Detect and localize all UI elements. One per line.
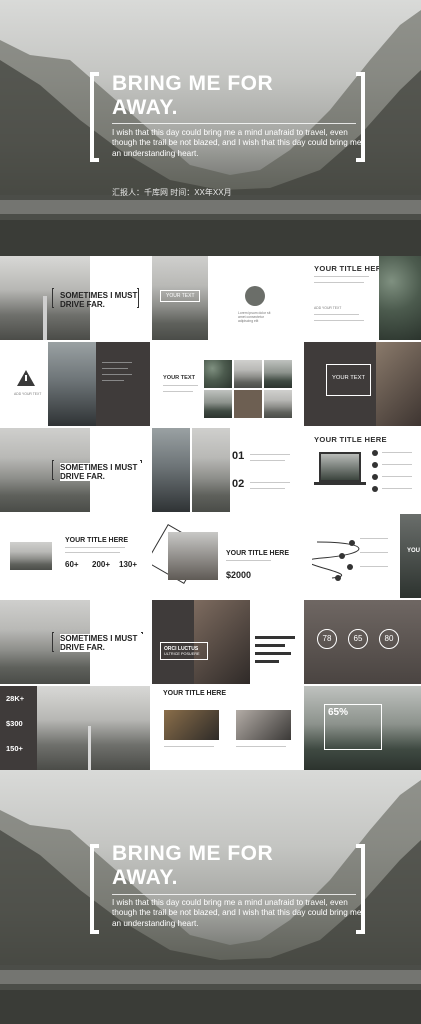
stat-value: 60+ <box>65 560 79 569</box>
campfire-photo <box>164 710 219 740</box>
hero-slide-bottom: BRING ME FOR AWAY. I wish that this day … <box>0 770 421 1024</box>
progress-bar <box>255 660 279 663</box>
coast-photo <box>48 342 96 426</box>
stat-value: 150+ <box>6 744 23 753</box>
dot-icon <box>372 474 378 480</box>
slide-r5-c1[interactable]: SOMETIMES I MUST DRIVE FAR. <box>0 600 150 684</box>
mountain-photo <box>192 428 230 512</box>
slide-r1-c3[interactable]: YOUR TITLE HERE ADD YOUR TEXT <box>304 256 421 340</box>
slide-r3-c3[interactable]: YOUR TITLE HERE <box>304 428 421 512</box>
percent-value: 65% <box>328 707 349 718</box>
left-bracket <box>90 844 99 934</box>
van-photo <box>236 710 291 740</box>
slide-r6-c1[interactable]: 28K+ $300 150+ <box>0 686 150 770</box>
coast-photo <box>152 428 190 512</box>
slide-r3-c2[interactable]: 01 02 <box>152 428 302 512</box>
add-text-label: ADD YOUR TEXT <box>14 392 42 396</box>
slide-r2-c1[interactable]: ADD YOUR TEXT <box>0 342 150 426</box>
hero-body-text: I wish that this day could bring me a mi… <box>112 898 362 928</box>
slide-r6-c2[interactable]: YOUR TITLE HERE <box>152 686 302 770</box>
photo-thumb <box>264 360 292 388</box>
bracket <box>52 460 54 480</box>
slide-r4-c2[interactable]: YOUR TITLE HERE $2000 <box>152 514 302 598</box>
slide-r2-c2[interactable]: YOUR TEXT <box>152 342 302 426</box>
road-photo <box>37 686 150 770</box>
slide-r3-c1[interactable]: SOMETIMES I MUST DRIVE FAR. <box>0 428 150 512</box>
slide-r1-c2[interactable]: YOUR TEXT Lorem ipsum dolor sit amet con… <box>152 256 302 340</box>
slide-r6-c3[interactable]: 65% <box>304 686 421 770</box>
card-title: SOMETIMES I MUST DRIVE FAR. <box>60 463 144 481</box>
photo-thumb <box>234 390 262 418</box>
card-title: SOMETIMES I MUST DRIVE FAR. <box>60 634 144 652</box>
slide-r2-c3[interactable]: YOUR TEXT <box>304 342 421 426</box>
panel-text <box>102 362 136 402</box>
forest-photo <box>400 514 421 598</box>
mountain-photo <box>10 542 52 570</box>
photo-thumb <box>204 390 232 418</box>
leaf-photo <box>379 256 421 340</box>
your-text-label: YOUR TEXT <box>332 375 366 381</box>
slide-r1-c1[interactable]: SOMETIMES I MUST DRIVE FAR. <box>0 256 150 340</box>
slide-r4-c1[interactable]: YOUR TITLE HERE 60+ 200+ 130+ <box>0 514 150 598</box>
slide-title: YOUR TITLE HERE <box>314 264 387 273</box>
stat-value: 28K+ <box>6 694 25 703</box>
hero-title: BRING ME FOR AWAY. <box>112 842 274 889</box>
dot-icon <box>372 462 378 468</box>
number-01: 01 <box>232 450 245 462</box>
slide-title: YOUR TITLE HERE <box>65 537 129 544</box>
card-title: SOMETIMES I MUST DRIVE FAR. <box>60 291 138 309</box>
left-bracket <box>90 72 99 162</box>
portrait-photo <box>376 342 421 426</box>
slide-title: YOUR TITLE HERE <box>226 550 290 557</box>
slide-r5-c2[interactable]: ORCI LUCTUS ULTRICE POSUERE <box>152 600 302 684</box>
dot-icon <box>372 450 378 456</box>
hero-title: BRING ME FOR AWAY. <box>112 72 274 119</box>
hero-divider <box>112 894 356 895</box>
progress-bar <box>255 636 295 639</box>
photo-thumb <box>234 360 262 388</box>
body-text: Lorem ipsum dolor sit amet consectetur a… <box>238 311 271 324</box>
dot-icon <box>372 486 378 492</box>
stat-value: 130+ <box>119 560 138 569</box>
slide-r4-c3[interactable]: YOU <box>304 514 421 598</box>
slide-title: YOUR TITLE HERE <box>314 435 387 444</box>
stat-value: $300 <box>6 719 23 728</box>
progress-bar <box>255 644 285 647</box>
hero-meta: 汇报人：千库网 时间：XX年XX月 <box>112 188 232 197</box>
hero-slide-top: BRING ME FOR AWAY. I wish that this day … <box>0 0 421 256</box>
slide-title: YOUR TITLE HERE <box>163 690 227 697</box>
price-value: $2000 <box>226 570 252 580</box>
add-text-label: ADD YOUR TEXT <box>314 306 342 310</box>
road-line <box>43 296 47 340</box>
ring-stat: 78 <box>317 629 337 649</box>
number-02: 02 <box>232 478 245 490</box>
hero-body-text: I wish that this day could bring me a mi… <box>112 128 362 158</box>
road-line <box>88 726 91 770</box>
photo-thumb <box>264 390 292 418</box>
stat-value: 200+ <box>92 560 111 569</box>
slide-r5-c3[interactable]: 78 65 80 <box>304 600 421 684</box>
edge-text: YOU <box>407 548 421 554</box>
ring-stat: 80 <box>379 629 399 649</box>
your-text-label: YOUR TEXT <box>163 375 196 381</box>
your-text-label: YOUR TEXT <box>166 293 195 299</box>
timeline-curve <box>312 540 360 581</box>
photo-thumb <box>204 360 232 388</box>
barn-photo <box>168 532 218 580</box>
progress-bar <box>255 652 291 655</box>
ring-stat: 65 <box>348 629 368 649</box>
avatar <box>245 286 265 306</box>
bracket <box>52 288 54 308</box>
bracket <box>52 632 54 652</box>
hero-divider <box>112 123 356 124</box>
laptop-icon <box>319 452 361 482</box>
orci-title: ORCI LUCTUS ULTRICE POSUERE <box>164 646 200 656</box>
